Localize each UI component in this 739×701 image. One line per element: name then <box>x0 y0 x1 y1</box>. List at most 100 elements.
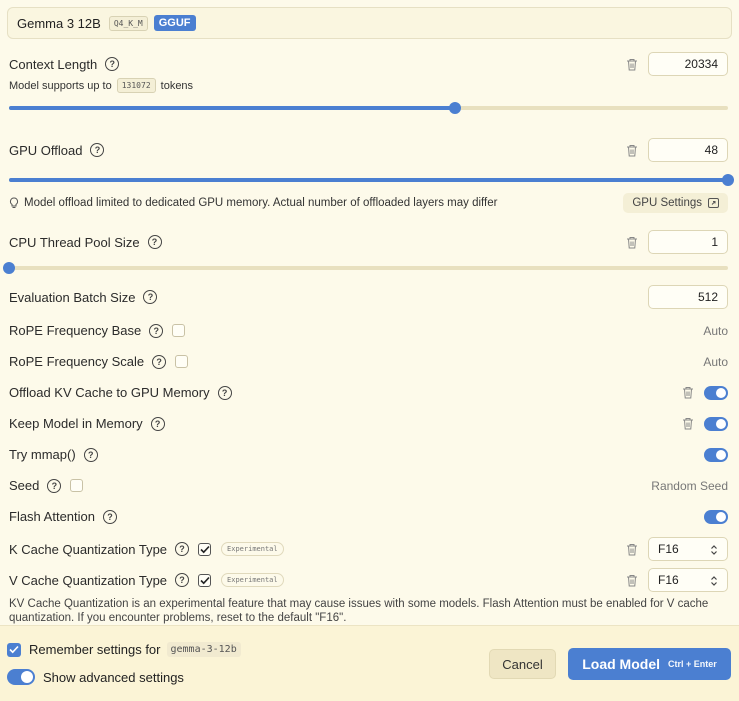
k-cache-select[interactable]: F16 <box>648 537 728 561</box>
trash-icon[interactable] <box>626 236 638 249</box>
flash-attention-toggle[interactable] <box>704 509 728 524</box>
check-icon <box>199 576 210 584</box>
help-icon[interactable]: ? <box>105 57 120 71</box>
help-icon[interactable]: ? <box>47 478 62 493</box>
advanced-settings-toggle[interactable] <box>7 669 35 685</box>
kv-cache-footnote: KV Cache Quantization is an experimental… <box>9 598 709 624</box>
v-cache-select[interactable]: F16 <box>648 568 728 592</box>
gpu-offload-row: GPU Offload ? 48 <box>9 138 728 162</box>
context-support-note: Model supports up to 131072 tokens <box>9 78 193 93</box>
trash-icon[interactable] <box>626 543 638 556</box>
offload-kv-toggle[interactable] <box>704 385 728 400</box>
help-icon[interactable]: ? <box>103 509 117 524</box>
seed-row: Seed ? Random Seed <box>9 478 728 493</box>
cpu-thread-slider[interactable] <box>3 262 728 274</box>
support-suffix: tokens <box>160 79 194 92</box>
cancel-button[interactable]: Cancel <box>489 649 556 679</box>
slider-fill <box>9 178 728 182</box>
seed-checkbox[interactable] <box>70 479 84 492</box>
v-cache-value: F16 <box>658 573 679 587</box>
experimental-badge: Experimental <box>221 542 284 556</box>
gpu-offload-hint: Model offload limited to dedicated GPU m… <box>24 197 498 209</box>
rope-base-label: RoPE Frequency Base <box>9 323 142 338</box>
external-window-icon <box>708 198 719 208</box>
context-length-row: Context Length ? 20334 <box>9 52 728 76</box>
gpu-offload-label: GPU Offload <box>9 142 83 158</box>
keep-memory-label: Keep Model in Memory <box>9 416 143 431</box>
seed-label: Seed <box>9 478 40 493</box>
model-header: Gemma 3 12B Q4_K_M GGUF <box>7 7 732 39</box>
cpu-thread-label: CPU Thread Pool Size <box>9 234 140 250</box>
chevron-up-down-icon <box>711 576 717 586</box>
help-icon[interactable]: ? <box>217 385 232 400</box>
gpu-offload-input[interactable]: 48 <box>648 138 728 162</box>
trash-icon[interactable] <box>626 574 638 587</box>
seed-value: Random Seed <box>651 478 728 493</box>
offload-kv-label: Offload KV Cache to GPU Memory <box>9 385 210 400</box>
slider-thumb[interactable] <box>3 262 15 274</box>
trash-icon[interactable] <box>626 58 638 71</box>
remember-label: Remember settings for <box>29 642 161 657</box>
trash-icon[interactable] <box>682 386 694 399</box>
remember-model-chip: gemma-3-12b <box>166 642 241 657</box>
check-icon <box>9 645 19 654</box>
rope-scale-checkbox[interactable] <box>175 355 189 368</box>
context-length-label: Context Length <box>9 56 98 72</box>
flash-attention-row: Flash Attention ? <box>9 509 728 524</box>
rope-base-checkbox[interactable] <box>172 324 186 337</box>
v-cache-row: V Cache Quantization Type ? Experimental… <box>9 568 728 592</box>
eval-batch-input[interactable]: 512 <box>648 285 728 309</box>
help-icon[interactable]: ? <box>149 323 164 338</box>
k-cache-row: K Cache Quantization Type ? Experimental… <box>9 537 728 561</box>
keep-memory-toggle[interactable] <box>704 416 728 431</box>
context-length-input[interactable]: 20334 <box>648 52 728 76</box>
flash-attention-label: Flash Attention <box>9 509 95 524</box>
slider-thumb[interactable] <box>448 102 461 114</box>
gpu-offload-slider[interactable] <box>9 174 734 186</box>
model-name: Gemma 3 12B <box>17 15 101 31</box>
cancel-label: Cancel <box>502 656 543 672</box>
remember-checkbox[interactable] <box>7 642 21 657</box>
rope-scale-label: RoPE Frequency Scale <box>9 354 145 369</box>
slider-thumb[interactable] <box>722 174 734 186</box>
k-cache-label: K Cache Quantization Type <box>9 541 168 557</box>
gpu-settings-button[interactable]: GPU Settings <box>623 193 728 213</box>
check-icon <box>199 545 210 553</box>
rope-scale-row: RoPE Frequency Scale ? Auto <box>9 354 728 369</box>
help-icon[interactable]: ? <box>175 542 190 556</box>
context-length-slider[interactable] <box>9 102 728 114</box>
help-icon[interactable]: ? <box>147 235 162 249</box>
advanced-settings-label: Show advanced settings <box>43 669 184 685</box>
remember-settings-row: Remember settings for gemma-3-12b <box>7 642 241 657</box>
v-cache-checkbox[interactable] <box>198 573 212 587</box>
trash-icon[interactable] <box>626 144 638 157</box>
load-model-button[interactable]: Load Model Ctrl + Enter <box>568 648 731 680</box>
keep-memory-row: Keep Model in Memory ? <box>9 416 728 431</box>
help-icon[interactable]: ? <box>150 416 165 431</box>
cpu-thread-input[interactable]: 1 <box>648 230 728 254</box>
k-cache-checkbox[interactable] <box>198 542 212 556</box>
mmap-label: Try mmap() <box>9 447 76 462</box>
help-icon[interactable]: ? <box>152 354 167 369</box>
rope-base-value: Auto <box>703 323 728 338</box>
help-icon[interactable]: ? <box>143 290 158 304</box>
mmap-toggle[interactable] <box>704 447 728 462</box>
help-icon[interactable]: ? <box>90 143 105 157</box>
help-icon[interactable]: ? <box>175 573 190 587</box>
rope-base-row: RoPE Frequency Base ? Auto <box>9 323 728 338</box>
support-max-chip: 131072 <box>116 78 156 93</box>
k-cache-value: F16 <box>658 542 679 556</box>
chevron-up-down-icon <box>711 545 717 555</box>
rope-scale-value: Auto <box>703 354 728 369</box>
support-prefix: Model supports up to <box>9 79 112 92</box>
eval-batch-label: Evaluation Batch Size <box>9 289 136 305</box>
trash-icon[interactable] <box>682 417 694 430</box>
load-model-shortcut: Ctrl + Enter <box>668 659 717 669</box>
advanced-settings-row: Show advanced settings <box>7 669 184 685</box>
gpu-settings-label: GPU Settings <box>632 197 702 209</box>
mmap-row: Try mmap() ? <box>9 447 728 462</box>
offload-kv-row: Offload KV Cache to GPU Memory ? <box>9 385 728 400</box>
eval-batch-row: Evaluation Batch Size ? 512 <box>9 285 728 309</box>
help-icon[interactable]: ? <box>83 447 98 462</box>
v-cache-label: V Cache Quantization Type <box>9 572 168 588</box>
